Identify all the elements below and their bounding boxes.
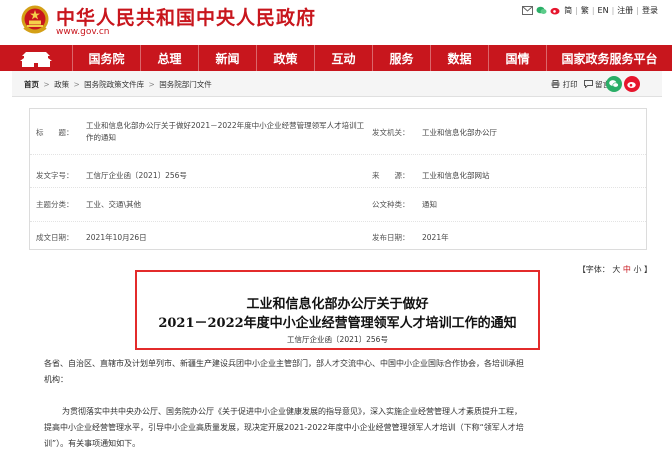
nav-item-premier[interactable]: 总理 bbox=[140, 45, 198, 71]
tiananmen-icon bbox=[20, 52, 52, 67]
font-size-bracket: 】 bbox=[644, 265, 652, 274]
paragraph-line: 为贯彻落实中共中央办公厅、国务院办公厅《关于促进中小企业健康发展的指导意见》，深… bbox=[62, 407, 522, 416]
paragraph-line: 训”）。有关事项通知如下。 bbox=[44, 439, 141, 448]
divider: | bbox=[591, 6, 595, 15]
article-title-box: 工业和信息化部办公厅关于做好 2021－2022年度中小企业经营管理领军人才培训… bbox=[135, 270, 540, 350]
meta-title-value: 工业和信息化部办公厅关于做好2021－2022年度中小企业经营管理领军人才培训工… bbox=[86, 121, 365, 142]
breadcrumb-home[interactable]: 首页 bbox=[24, 80, 39, 89]
nav-item-service[interactable]: 服务 bbox=[372, 45, 430, 71]
breadcrumb-separator: > bbox=[148, 80, 155, 89]
nav-item-data[interactable]: 数据 bbox=[430, 45, 488, 71]
breadcrumb: 首页 > 政策 > 国务院政策文件库 > 国务院部门文件 bbox=[24, 79, 212, 90]
print-button[interactable]: 打印 bbox=[551, 79, 578, 90]
paragraph-line: 各省、自治区、直辖市及计划单列市、新疆生产建设兵团中小企业主管部门，部人才交流中… bbox=[44, 359, 524, 368]
meta-written-label: 成文日期： bbox=[36, 233, 74, 242]
site-url[interactable]: www.gov.cn bbox=[56, 27, 109, 37]
nav-item-policy[interactable]: 政策 bbox=[256, 45, 314, 71]
font-size-label: 【字体： bbox=[577, 265, 610, 274]
meta-published-value: 2021年 bbox=[422, 233, 449, 242]
site-title[interactable]: 中华人民共和国中央人民政府 bbox=[56, 3, 316, 30]
font-size-large[interactable]: 大 bbox=[612, 265, 620, 274]
font-size-control: 【字体： 大 中 小 】 bbox=[578, 264, 652, 275]
meta-row-docno: 发文字号： 工信厅企业函〔2021〕256号 来 源： 工业和信息化部网站 bbox=[30, 155, 646, 188]
nav-item-state-council[interactable]: 国务院 bbox=[72, 45, 140, 71]
meta-type-value: 通知 bbox=[422, 200, 437, 209]
lang-english[interactable]: EN bbox=[598, 6, 609, 15]
meta-category-value: 工业、交通\其他 bbox=[86, 200, 142, 209]
weibo-icon[interactable] bbox=[550, 6, 561, 15]
register-link[interactable]: 注册 bbox=[617, 5, 633, 16]
meta-category-label: 主题分类： bbox=[36, 200, 74, 209]
meta-issuer-label: 发文机关： bbox=[372, 128, 410, 137]
weibo-icon bbox=[627, 82, 636, 88]
document-metadata-table: 标 题： 工业和信息化部办公厅关于做好2021－2022年度中小企业经营管理领军… bbox=[29, 108, 647, 250]
breadcrumb-bar: 首页 > 政策 > 国务院政策文件库 > 国务院部门文件 打印 留言 bbox=[12, 71, 662, 97]
breadcrumb-separator: > bbox=[43, 80, 50, 89]
printer-icon bbox=[551, 80, 560, 88]
breadcrumb-policy-library[interactable]: 国务院政策文件库 bbox=[84, 80, 144, 89]
divider: | bbox=[575, 6, 578, 15]
breadcrumb-department-docs[interactable]: 国务院部门文件 bbox=[159, 80, 212, 89]
article-paragraph-2: 为贯彻落实中共中央办公厅、国务院办公厅《关于促进中小企业健康发展的指导意见》，深… bbox=[44, 404, 642, 452]
meta-row-title: 标 题： 工业和信息化部办公厅关于做好2021－2022年度中小企业经营管理领军… bbox=[30, 109, 646, 155]
breadcrumb-separator: > bbox=[73, 80, 80, 89]
mail-icon[interactable] bbox=[522, 6, 534, 15]
print-label: 打印 bbox=[562, 80, 578, 89]
meta-issuer-value: 工业和信息化部办公厅 bbox=[422, 128, 497, 137]
top-links: 简 | 繁 | EN | 注册 | 登录 bbox=[522, 5, 658, 16]
comment-icon bbox=[583, 80, 593, 89]
nav-item-news[interactable]: 新闻 bbox=[198, 45, 256, 71]
font-size-medium[interactable]: 中 bbox=[623, 265, 631, 274]
paragraph-line: 机构： bbox=[44, 375, 68, 384]
wechat-icon[interactable] bbox=[536, 6, 547, 15]
national-emblem-icon[interactable] bbox=[20, 4, 50, 36]
meta-published-label: 发布日期： bbox=[372, 233, 410, 242]
meta-row-category: 主题分类： 工业、交通\其他 公文种类： 通知 bbox=[30, 188, 646, 222]
nav-item-interaction[interactable]: 互动 bbox=[314, 45, 372, 71]
meta-written-value: 2021年10月26日 bbox=[86, 233, 147, 242]
login-link[interactable]: 登录 bbox=[642, 5, 658, 16]
lang-simplified[interactable]: 简 bbox=[564, 5, 572, 16]
meta-source-label: 来 源： bbox=[372, 171, 410, 180]
font-size-small[interactable]: 小 bbox=[633, 265, 641, 274]
main-nav: 国务院 总理 新闻 政策 互动 服务 数据 国情 国家政务服务平台 bbox=[0, 45, 672, 71]
meta-title-label: 标 题： bbox=[36, 128, 74, 137]
nav-item-national-conditions[interactable]: 国情 bbox=[488, 45, 546, 71]
breadcrumb-policy[interactable]: 政策 bbox=[54, 80, 69, 89]
share-wechat-button[interactable] bbox=[606, 76, 622, 92]
meta-docno-label: 发文字号： bbox=[36, 171, 74, 180]
site-header: 中华人民共和国中央人民政府 www.gov.cn 简 | 繁 | EN | 注册… bbox=[0, 0, 672, 45]
lang-traditional[interactable]: 繁 bbox=[581, 5, 589, 16]
meta-docno-value: 工信厅企业函〔2021〕256号 bbox=[86, 171, 187, 180]
nav-item-gov-service-platform[interactable]: 国家政务服务平台 bbox=[546, 45, 672, 71]
paragraph-line: 提高中小企业经营管理水平，引导中小企业高质量发展，现决定开展2021-2022年… bbox=[44, 423, 524, 432]
divider: | bbox=[611, 6, 615, 15]
meta-source-value: 工业和信息化部网站 bbox=[422, 171, 490, 180]
divider: | bbox=[636, 6, 639, 15]
wechat-icon bbox=[609, 80, 619, 88]
article-paragraph-1: 各省、自治区、直辖市及计划单列市、新疆生产建设兵团中小企业主管部门，部人才交流中… bbox=[44, 356, 642, 388]
page-tools: 打印 留言 bbox=[551, 79, 610, 90]
article-doc-number: 工信厅企业函〔2021〕256号 bbox=[287, 335, 388, 344]
share-weibo-button[interactable] bbox=[624, 76, 640, 92]
meta-type-label: 公文种类： bbox=[372, 200, 410, 209]
nav-home[interactable] bbox=[0, 45, 72, 71]
article-title-line-2: 2021－2022年度中小企业经营管理领军人才培训工作的通知 bbox=[158, 316, 517, 331]
meta-row-dates: 成文日期： 2021年10月26日 发布日期： 2021年 bbox=[30, 222, 646, 250]
article-title-line-1: 工业和信息化部办公厅关于做好 bbox=[246, 297, 429, 312]
